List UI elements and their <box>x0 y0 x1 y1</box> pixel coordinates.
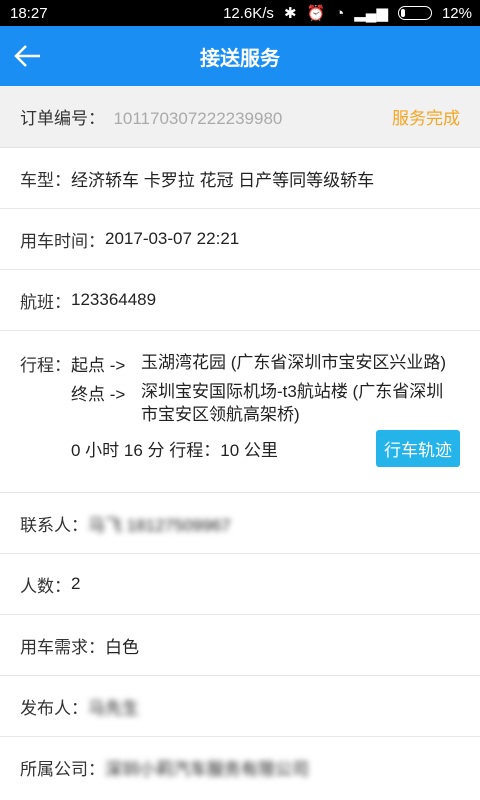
car-type-value: 经济轿车 卡罗拉 花冠 日产等同等级轿车 <box>71 170 375 190</box>
wifi-icon: ◔ <box>335 4 345 22</box>
order-number: 101170307222239980 <box>113 109 283 128</box>
demand-label: 用车需求： <box>20 637 105 657</box>
car-type-label: 车型： <box>20 170 71 190</box>
back-arrow-icon[interactable] <box>12 40 44 72</box>
flight-value: 123364489 <box>71 290 157 309</box>
contact-value: 马飞 18127509967 <box>88 515 231 535</box>
people-label: 人数： <box>20 576 71 596</box>
trip-start-address: 玉湖湾花园 (广东省深圳市宝安区兴业路) <box>141 353 447 372</box>
contact-row: 联系人： 马飞 18127509967 <box>0 493 480 554</box>
company-row: 所属公司： 深圳小莉汽车服务有限公司 <box>0 737 480 798</box>
trip-details: 起点 -> 玉湖湾花园 (广东省深圳市宝安区兴业路) 终点 -> 深圳宝安国际机… <box>71 351 460 467</box>
publisher-value: 马先生 <box>88 698 139 718</box>
demand-row: 用车需求： 白色 <box>0 615 480 676</box>
trip-start-tag: 起点 -> <box>71 356 126 375</box>
app-bar: 接送服务 <box>0 26 480 86</box>
contact-label: 联系人： <box>20 515 88 535</box>
people-value: 2 <box>71 574 81 593</box>
signal-icon: ▂▄▆ <box>354 5 388 22</box>
demand-value: 白色 <box>105 637 139 657</box>
trip-row: 行程： 起点 -> 玉湖湾花园 (广东省深圳市宝安区兴业路) 终点 -> 深圳宝… <box>0 331 480 493</box>
car-type-row: 车型： 经济轿车 卡罗拉 花冠 日产等同等级轿车 <box>0 148 480 209</box>
publisher-label: 发布人： <box>20 698 88 718</box>
status-bar: 18:27 12.6K/s ✱ ⏰ ◔ ▂▄▆ 12% <box>0 0 480 26</box>
trip-end-tag: 终点 -> <box>71 385 126 404</box>
status-time: 18:27 <box>10 4 48 22</box>
track-route-button[interactable]: 行车轨迹 <box>376 430 460 467</box>
use-time-value: 2017-03-07 22:21 <box>105 229 240 248</box>
alarm-icon: ⏰ <box>306 5 326 22</box>
battery-icon <box>397 6 432 20</box>
trip-start: 起点 -> 玉湖湾花园 (广东省深圳市宝安区兴业路) <box>71 351 460 376</box>
order-header: 订单编号： 101170307222239980 服务完成 <box>0 86 480 148</box>
use-time-row: 用车时间： 2017-03-07 22:21 <box>0 209 480 270</box>
trip-end: 终点 -> 深圳宝安国际机场-t3航站楼 (广东省深圳市宝安区领航高架桥) <box>71 380 460 426</box>
flight-row: 航班： 123364489 <box>0 270 480 331</box>
page-title: 接送服务 <box>200 47 280 70</box>
trip-end-address: 深圳宝安国际机场-t3航站楼 (广东省深圳市宝安区领航高架桥) <box>141 382 444 424</box>
company-value: 深圳小莉汽车服务有限公司 <box>105 760 309 779</box>
flight-label: 航班： <box>20 292 71 312</box>
people-row: 人数： 2 <box>0 554 480 615</box>
network-speed: 12.6K/s <box>223 4 274 22</box>
order-number-label: 订单编号： <box>20 109 105 128</box>
battery-percent: 12% <box>441 4 472 22</box>
order-status: 服务完成 <box>392 109 460 128</box>
trip-summary: 0 小时 16 分 行程：10 公里 <box>71 441 278 460</box>
company-label: 所属公司： <box>20 760 105 779</box>
publisher-row: 发布人： 马先生 <box>0 676 480 737</box>
trip-label: 行程： <box>20 356 71 375</box>
use-time-label: 用车时间： <box>20 231 105 251</box>
bluetooth-icon: ✱ <box>283 5 297 22</box>
